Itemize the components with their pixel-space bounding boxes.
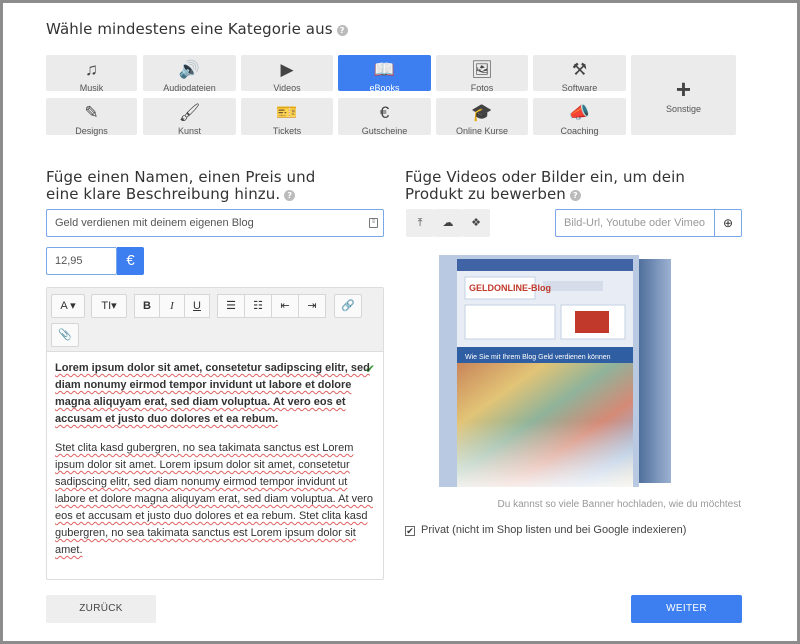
category-label: Videos: [273, 83, 301, 93]
category-label: Coaching: [560, 126, 599, 136]
category-online-kurse[interactable]: 🎓 Online Kurse: [436, 98, 528, 136]
category-ebooks[interactable]: 📖 eBooks: [338, 55, 431, 93]
editor-content[interactable]: Lorem ipsum dolor sit amet, consetetur s…: [55, 360, 377, 571]
upload-icon[interactable]: ⤒: [406, 209, 434, 237]
description-bold-paragraph: Lorem ipsum dolor sit amet, consetetur s…: [55, 362, 370, 425]
dropbox-icon[interactable]: ❖: [462, 209, 490, 237]
brush-icon: 🖌: [178, 103, 201, 122]
name-price-heading: Füge einen Namen, einen Preis und eine k…: [46, 169, 346, 203]
book-icon: 📖: [373, 60, 396, 79]
category-label: Online Kurse: [455, 126, 509, 136]
price-value: 12,95: [55, 255, 83, 267]
private-checkbox[interactable]: ✔: [405, 526, 415, 536]
private-checkbox-row[interactable]: ✔ Privat (nicht im Shop listen und bei Go…: [405, 524, 686, 536]
image-icon: 🖼: [471, 60, 493, 79]
help-icon[interactable]: ?: [284, 190, 296, 201]
upload-note: Du kannst so viele Banner hochladen, wie…: [497, 499, 741, 510]
ticket-icon: 🎫: [276, 103, 298, 122]
outdent-icon[interactable]: ⇤: [271, 294, 299, 318]
category-label: Software: [561, 83, 598, 93]
category-label: Musik: [79, 83, 104, 93]
editor-toolbar: A ▾ TI▾ B I U ☰ ☷ ⇤ ⇥ 🔗 📎: [47, 288, 383, 352]
text-field-icon: ≡: [369, 218, 378, 228]
product-form: Wähle mindestens eine Kategorie aus? ♫ M…: [3, 3, 797, 641]
product-image: GELDONLINE-Blog Wie Sie mit Ihrem Blog G…: [435, 251, 675, 493]
next-button[interactable]: WEITER: [631, 595, 742, 623]
category-heading-text: Wähle mindestens eine Kategorie aus: [46, 20, 333, 38]
category-musik[interactable]: ♫ Musik: [46, 55, 137, 93]
category-label: Sonstige: [665, 104, 702, 114]
category-kunst[interactable]: 🖌 Kunst: [143, 98, 236, 136]
whistle-icon: 📣: [568, 103, 591, 122]
back-button[interactable]: ZURÜCK: [46, 595, 156, 623]
numbered-list-icon[interactable]: ☷: [244, 294, 272, 318]
plus-icon: +: [675, 74, 692, 104]
category-heading: Wähle mindestens eine Kategorie aus?: [46, 20, 348, 39]
attachment-icon[interactable]: 📎: [51, 323, 79, 347]
category-label: Audiodateien: [163, 83, 216, 93]
category-gutscheine[interactable]: € Gutscheine: [338, 98, 431, 136]
bold-button[interactable]: B: [134, 294, 160, 318]
category-sonstige[interactable]: + Sonstige: [631, 55, 736, 135]
cloud-upload-icon[interactable]: ☁: [434, 209, 462, 237]
description-paragraph: Stet clita kasd gubergren, no sea takima…: [55, 442, 373, 556]
speaker-icon: 🔊: [178, 60, 201, 79]
category-software[interactable]: ⚒ Software: [533, 55, 626, 93]
category-label: Designs: [75, 126, 108, 136]
voucher-icon: €: [379, 103, 390, 122]
category-designs[interactable]: ✎ Designs: [46, 98, 137, 136]
category-videos[interactable]: ▶ Videos: [241, 55, 333, 93]
graduation-cap-icon: 🎓: [471, 103, 493, 122]
help-icon[interactable]: ?: [569, 190, 581, 201]
media-heading: Füge Videos oder Bilder ein, um dein Pro…: [405, 169, 745, 203]
description-editor[interactable]: A ▾ TI▾ B I U ☰ ☷ ⇤ ⇥ 🔗 📎 ✔ Lorem ipsum …: [46, 287, 384, 580]
underline-button[interactable]: U: [184, 294, 210, 318]
category-label: Gutscheine: [361, 126, 408, 136]
category-label: eBooks: [369, 83, 400, 93]
tools-icon: ⚒: [571, 60, 588, 79]
name-price-heading-text: Füge einen Namen, einen Preis und eine k…: [46, 168, 316, 203]
indent-icon[interactable]: ⇥: [298, 294, 326, 318]
music-note-icon: ♫: [85, 60, 98, 79]
category-audiodateien[interactable]: 🔊 Audiodateien: [143, 55, 236, 93]
category-label: Fotos: [470, 83, 494, 93]
help-icon[interactable]: ?: [336, 25, 348, 36]
font-family-button[interactable]: A ▾: [51, 294, 85, 318]
product-name-value: Geld verdienen mit deinem eigenen Blog: [55, 217, 254, 229]
category-coaching[interactable]: 📣 Coaching: [533, 98, 626, 136]
media-url-placeholder: Bild-Url, Youtube oder Vimeo: [564, 217, 706, 229]
media-url-input[interactable]: Bild-Url, Youtube oder Vimeo: [555, 209, 715, 237]
private-checkbox-label: Privat (nicht im Shop listen und bei Goo…: [421, 524, 687, 536]
media-heading-text: Füge Videos oder Bilder ein, um dein Pro…: [405, 168, 685, 203]
play-icon: ▶: [280, 60, 294, 79]
book-banner: Wie Sie mit Ihrem Blog Geld verdienen kö…: [465, 354, 611, 361]
bullet-list-icon[interactable]: ☰: [217, 294, 245, 318]
design-icon: ✎: [84, 103, 99, 122]
font-size-button[interactable]: TI▾: [91, 294, 127, 318]
link-icon[interactable]: 🔗: [334, 294, 362, 318]
book-logo: GELDONLINE-Blog: [469, 283, 551, 293]
product-name-input[interactable]: Geld verdienen mit deinem eigenen Blog ≡: [46, 209, 384, 237]
category-tickets[interactable]: 🎫 Tickets: [241, 98, 333, 136]
category-label: Tickets: [272, 126, 302, 136]
currency-euro-badge: €: [117, 247, 144, 275]
add-media-icon[interactable]: ⊕: [714, 209, 742, 237]
price-input[interactable]: 12,95: [46, 247, 117, 275]
italic-button[interactable]: I: [159, 294, 185, 318]
category-fotos[interactable]: 🖼 Fotos: [436, 55, 528, 93]
category-label: Kunst: [177, 126, 201, 136]
